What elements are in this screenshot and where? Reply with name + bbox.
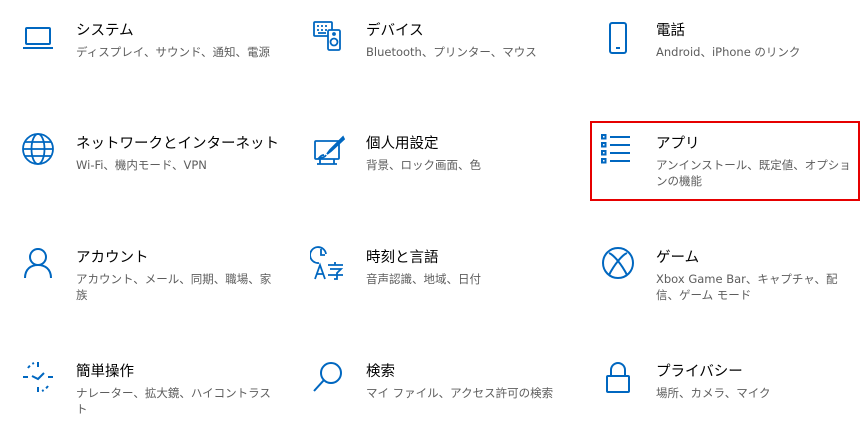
tile-title: 検索 bbox=[366, 364, 395, 380]
tile-devices[interactable]: デバイス Bluetooth、プリンター、マウス bbox=[308, 18, 568, 88]
tile-description: アカウント、メール、同期、職場、家族 bbox=[76, 272, 272, 302]
xbox-icon bbox=[600, 245, 636, 281]
tile-title: プライバシー bbox=[656, 364, 743, 380]
monitor-icon bbox=[20, 20, 56, 56]
tile-description: Bluetooth、プリンター、マウス bbox=[366, 45, 537, 59]
time-language-icon bbox=[310, 245, 346, 281]
tile-search[interactable]: 検索 マイ ファイル、アクセス許可の検索 bbox=[308, 359, 568, 429]
search-icon bbox=[310, 359, 346, 395]
phone-icon bbox=[600, 20, 636, 56]
tile-description: 背景、ロック画面、色 bbox=[366, 158, 481, 172]
tile-title: 時刻と言語 bbox=[366, 250, 439, 266]
tile-ease-of-access[interactable]: 簡単操作 ナレーター、拡大鏡、ハイコントラスト bbox=[18, 359, 278, 429]
tile-description: 場所、カメラ、マイク bbox=[656, 386, 771, 400]
keyboard-speaker-icon bbox=[310, 18, 346, 54]
tile-system[interactable]: システム ディスプレイ、サウンド、通知、電源 bbox=[18, 18, 278, 88]
tile-accounts[interactable]: アカウント アカウント、メール、同期、職場、家族 bbox=[18, 245, 278, 315]
tile-description: 音声認識、地域、日付 bbox=[366, 272, 481, 286]
tile-description: Xbox Game Bar、キャプチャ、配信、ゲーム モード bbox=[656, 272, 838, 302]
tile-personalization[interactable]: 個人用設定 背景、ロック画面、色 bbox=[308, 131, 568, 201]
lock-icon bbox=[600, 359, 636, 395]
tile-title: デバイス bbox=[366, 23, 424, 39]
tile-description: Android、iPhone のリンク bbox=[656, 45, 801, 59]
tile-title: 簡単操作 bbox=[76, 364, 134, 380]
tile-title: 電話 bbox=[656, 23, 685, 39]
ease-of-access-icon bbox=[20, 359, 56, 395]
tile-title: アカウント bbox=[76, 250, 149, 266]
tile-gaming[interactable]: ゲーム Xbox Game Bar、キャプチャ、配信、ゲーム モード bbox=[598, 245, 858, 315]
tile-network[interactable]: ネットワークとインターネット Wi-Fi、機内モード、VPN bbox=[18, 131, 279, 201]
tile-description: ナレーター、拡大鏡、ハイコントラスト bbox=[76, 386, 271, 416]
tile-description: ディスプレイ、サウンド、通知、電源 bbox=[76, 45, 271, 59]
apps-highlight-frame bbox=[590, 121, 860, 201]
tile-privacy[interactable]: プライバシー 場所、カメラ、マイク bbox=[598, 359, 858, 429]
tile-description: Wi-Fi、機内モード、VPN bbox=[76, 158, 207, 172]
tile-title: ゲーム bbox=[656, 250, 700, 266]
tile-title: 個人用設定 bbox=[366, 136, 439, 152]
globe-icon bbox=[20, 131, 56, 167]
tile-description: マイ ファイル、アクセス許可の検索 bbox=[366, 386, 554, 400]
paint-screen-icon bbox=[310, 133, 346, 169]
tile-phone[interactable]: 電話 Android、iPhone のリンク bbox=[598, 18, 858, 88]
tile-time-language[interactable]: 時刻と言語 音声認識、地域、日付 bbox=[308, 245, 568, 315]
person-icon bbox=[20, 245, 56, 281]
tile-title: システム bbox=[76, 23, 134, 39]
tile-title: ネットワークとインターネット bbox=[76, 136, 279, 152]
